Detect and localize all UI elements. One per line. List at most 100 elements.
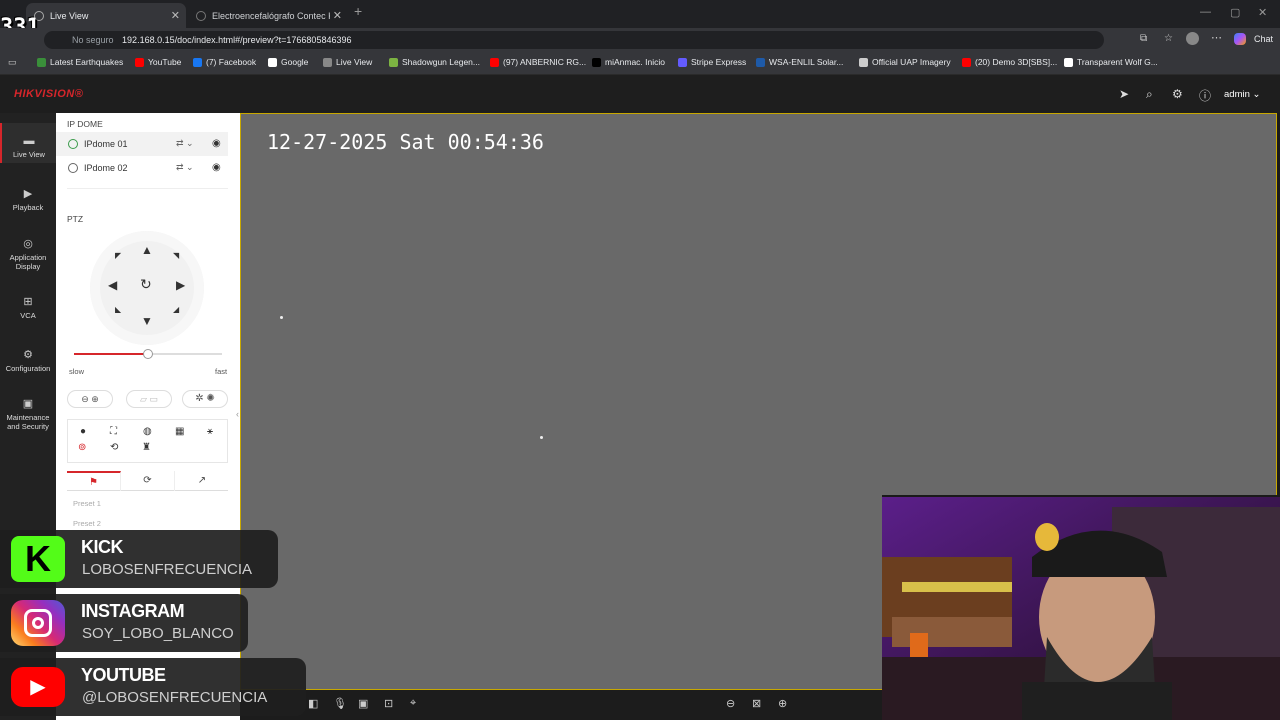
bookmark-item[interactable]: (97) ANBERNIC RG... bbox=[490, 57, 586, 67]
ptz-up-button[interactable]: ▲ bbox=[141, 243, 153, 257]
next-page-icon[interactable]: ⊕ bbox=[778, 697, 787, 710]
iris-open-icon[interactable]: ✺ bbox=[206, 393, 214, 404]
bookmark-item[interactable]: Shadowgun Legen... bbox=[389, 57, 480, 67]
ptz-auto-button[interactable]: ↻ bbox=[140, 276, 152, 293]
sidebar-toggle-icon[interactable]: ▭ bbox=[8, 57, 17, 68]
minimize-icon[interactable]: — bbox=[1200, 6, 1211, 18]
digital-zoom-icon[interactable]: ⊡ bbox=[384, 697, 393, 710]
profile-avatar[interactable] bbox=[1186, 32, 1199, 45]
previous-page-icon[interactable]: ⊖ bbox=[726, 697, 735, 710]
playback-icon: ▶ bbox=[23, 188, 33, 200]
bookmark-item[interactable]: Transparent Wolf G... bbox=[1064, 57, 1158, 67]
region-zoom-icon[interactable]: ⊚ bbox=[78, 442, 86, 453]
tab-presets[interactable]: ⚑ bbox=[67, 471, 121, 491]
url-field[interactable]: No seguro 192.168.0.15/doc/index.html#/p… bbox=[44, 31, 1104, 49]
zoom-in-icon[interactable]: ⊕ bbox=[91, 394, 99, 404]
focus-buttons[interactable]: ▱ ▭ bbox=[126, 390, 172, 408]
favorites-icon[interactable]: ☆ bbox=[1164, 33, 1173, 44]
tab-title: Electroencefalógrafo Contec Kt88 bbox=[212, 10, 330, 21]
nav-live-view[interactable]: ▬ Live View bbox=[0, 123, 56, 163]
tab-pattern[interactable]: ↗ bbox=[175, 471, 229, 491]
bookmark-item[interactable]: Stripe Express bbox=[678, 57, 746, 67]
bookmark-favicon-icon bbox=[37, 57, 46, 67]
tab-live-view[interactable]: Live View ✕ bbox=[26, 3, 186, 28]
grid-icon[interactable]: ▦ bbox=[175, 426, 184, 437]
camera-item-ipdome-01[interactable]: IPdome 01 ⇄ ⌄ ◉ bbox=[68, 138, 228, 149]
speed-knob[interactable] bbox=[143, 349, 153, 359]
more-menu-icon[interactable]: ⋯ bbox=[1211, 31, 1222, 44]
close-window-icon[interactable]: ✕ bbox=[1258, 6, 1267, 19]
stop-all-icon[interactable]: ⊠ bbox=[752, 697, 761, 710]
close-tab-icon[interactable]: ✕ bbox=[333, 9, 342, 22]
wiper-icon[interactable]: ◍ bbox=[143, 426, 152, 437]
nav-label: Live View bbox=[13, 150, 45, 159]
bookmark-item[interactable]: Google bbox=[268, 57, 308, 67]
tab-patrol[interactable]: ⟳ bbox=[121, 471, 175, 491]
ptz-direction-pad: ▲ ▼ ◀ ▶ ◤ ◥ ◣ ◢ ↻ bbox=[90, 231, 204, 345]
copilot-icon[interactable] bbox=[1234, 33, 1246, 45]
overlay-title: KICK bbox=[81, 537, 124, 557]
iris-buttons[interactable]: ✲ ✺ bbox=[182, 390, 228, 408]
nav-playback[interactable]: ▶ Playback bbox=[0, 187, 56, 212]
network-icon[interactable]: ⚙ bbox=[1172, 87, 1183, 101]
park-icon[interactable]: ⟲ bbox=[110, 442, 118, 453]
patrol-icon: ⟳ bbox=[143, 475, 152, 486]
maximize-icon[interactable]: ▢ bbox=[1230, 6, 1240, 19]
tab-electroencefalografo[interactable]: Electroencefalógrafo Contec Kt88 ✕ bbox=[188, 3, 348, 28]
bookmark-item[interactable]: Official UAP Imagery bbox=[859, 57, 951, 67]
chat-button[interactable]: Chat bbox=[1254, 34, 1273, 44]
user-menu[interactable]: admin ⌄ bbox=[1224, 89, 1260, 100]
ptz-speed-slider[interactable] bbox=[74, 349, 222, 359]
new-tab-icon[interactable]: + bbox=[354, 3, 362, 19]
info-icon[interactable]: ⓘ bbox=[1199, 87, 1211, 104]
nav-configuration[interactable]: ⚙ Configuration bbox=[0, 348, 56, 373]
record-icon[interactable]: ◉ bbox=[212, 162, 221, 173]
kick-overlay: K KICK LOBOSENFRECUENCIA bbox=[0, 530, 278, 588]
zoom-buttons[interactable]: ⊖ ⊕ bbox=[67, 390, 113, 408]
preset-item[interactable]: Preset 1 bbox=[73, 499, 101, 508]
light-speck bbox=[540, 436, 543, 439]
bookmark-item[interactable]: WSA-ENLIL Solar... bbox=[756, 57, 843, 67]
capture-icon[interactable]: ◧ bbox=[308, 697, 318, 710]
bookmark-item[interactable]: (7) Facebook bbox=[193, 57, 256, 67]
bookmark-item[interactable]: YouTube bbox=[135, 57, 181, 67]
ptz-3d-icon[interactable]: ⌖ bbox=[410, 697, 416, 710]
ptz-left-button[interactable]: ◀ bbox=[108, 278, 117, 292]
overlay-handle: LOBOSENFRECUENCIA bbox=[82, 561, 253, 578]
bookmark-item[interactable]: Live View bbox=[323, 57, 372, 67]
one-touch-icon[interactable]: ⚹ bbox=[207, 426, 213, 437]
bookmark-favicon-icon bbox=[678, 57, 687, 67]
ptz-up-left-button[interactable]: ◤ bbox=[115, 251, 121, 260]
bookmark-item[interactable]: (20) Demo 3D[SBS]... bbox=[962, 57, 1057, 67]
collapse-panel-icon[interactable]: ‹ bbox=[236, 409, 239, 419]
nav-maintenance[interactable]: ▣ Maintenance and Security bbox=[0, 397, 56, 431]
nav-application-display[interactable]: ◎ Application Display bbox=[0, 237, 56, 271]
preset-item[interactable]: Preset 2 bbox=[73, 519, 101, 528]
ptz-down-left-button[interactable]: ◣ bbox=[115, 305, 121, 314]
bookmark-item[interactable]: miAnmac. Inicio bbox=[592, 57, 665, 67]
focus-near-icon[interactable]: ▱ bbox=[140, 394, 147, 404]
audio-icon[interactable]: 🎙 bbox=[333, 697, 347, 710]
ptz-right-button[interactable]: ▶ bbox=[176, 278, 185, 292]
light-icon[interactable]: ● bbox=[80, 426, 86, 437]
region-focus-icon[interactable]: ⛶ bbox=[110, 426, 117, 437]
close-tab-icon[interactable]: ✕ bbox=[171, 9, 180, 22]
stream-select-icon[interactable]: ⇄ ⌄ bbox=[176, 138, 194, 149]
focus-far-icon[interactable]: ▭ bbox=[149, 394, 158, 404]
nav-vca[interactable]: ⊞ VCA bbox=[0, 295, 56, 320]
record-icon[interactable]: ◉ bbox=[212, 138, 221, 149]
iris-close-icon[interactable]: ✲ bbox=[195, 393, 203, 404]
send-icon[interactable]: ➤ bbox=[1119, 87, 1129, 101]
bookmark-item[interactable]: Latest Earthquakes bbox=[37, 57, 123, 67]
zoom-out-icon[interactable]: ⊖ bbox=[81, 394, 89, 404]
ptz-down-right-button[interactable]: ◢ bbox=[173, 305, 179, 314]
ptz-up-right-button[interactable]: ◥ bbox=[173, 251, 179, 260]
bookmarks-bar: Latest Earthquakes YouTube (7) Facebook Goo… bbox=[0, 52, 1280, 75]
snapshot-icon[interactable]: ▣ bbox=[358, 697, 368, 710]
ptz-down-button[interactable]: ▼ bbox=[141, 314, 153, 328]
stream-select-icon[interactable]: ⇄ ⌄ bbox=[176, 162, 194, 173]
camera-item-ipdome-02[interactable]: IPdome 02 ⇄ ⌄ ◉ bbox=[68, 162, 228, 173]
extensions-icon[interactable]: ⧉ bbox=[1140, 33, 1147, 44]
manual-tracking-icon[interactable]: ♜ bbox=[142, 442, 151, 453]
search-icon[interactable]: ⌕ bbox=[1146, 87, 1153, 102]
